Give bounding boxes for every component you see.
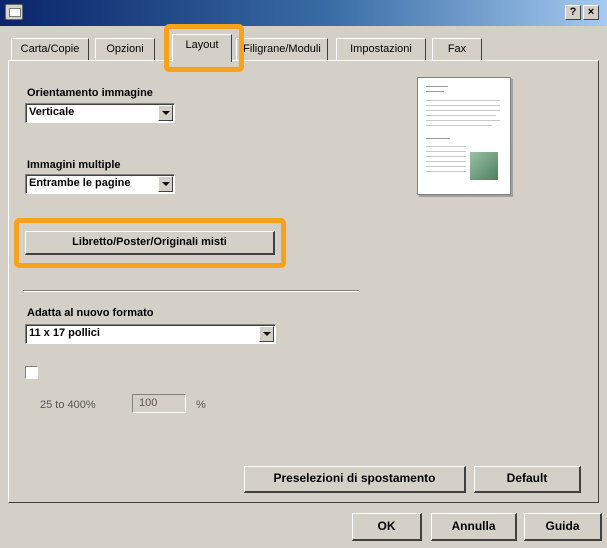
ok-button[interactable]: OK [352,513,422,541]
fit-format-value: 11 x 17 pollici [29,327,100,339]
tab-carta-copie[interactable]: Carta/Copie [11,38,89,60]
orientation-value: Verticale [29,106,75,118]
chevron-down-icon[interactable] [259,326,274,342]
shift-presets-button[interactable]: Preselezioni di spostamento [244,466,466,493]
title-bar [0,0,607,26]
cancel-button[interactable]: Annulla [431,513,517,541]
zoom-range-label: 25 to 400% [40,399,96,411]
multiple-images-value: Entrambe le pagine [29,177,131,189]
help-title-button[interactable]: ? [565,5,581,20]
tab-impostazioni[interactable]: Impostazioni [336,38,426,60]
booklet-poster-button[interactable]: Libretto/Poster/Originali misti [25,231,275,255]
printer-app-icon [5,4,23,20]
orientation-label: Orientamento immagine [27,87,153,99]
fit-format-label: Adatta al nuovo formato [27,307,154,319]
tab-layout[interactable]: Layout [172,34,232,62]
separator [23,290,359,292]
percent-unit-label: % [196,399,206,411]
zoom-checkbox[interactable] [25,366,38,379]
tab-fax[interactable]: Fax [432,38,482,60]
default-button[interactable]: Default [474,466,581,493]
fit-format-select[interactable]: 11 x 17 pollici [25,324,276,344]
orientation-select[interactable]: Verticale [25,103,175,123]
close-title-button[interactable]: × [583,5,599,20]
layout-preview [417,77,511,195]
help-button[interactable]: Guida [524,513,602,541]
chevron-down-icon[interactable] [158,105,173,121]
tab-filigrane-moduli[interactable]: Filigrane/Moduli [236,38,328,60]
multiple-images-select[interactable]: Entrambe le pagine [25,174,175,194]
multiple-images-label: Immagini multiple [27,159,121,171]
chevron-down-icon[interactable] [158,176,173,192]
preview-image-icon [470,152,498,180]
tab-opzioni[interactable]: Opzioni [95,38,155,60]
zoom-percent-input[interactable]: 100 [132,394,186,413]
